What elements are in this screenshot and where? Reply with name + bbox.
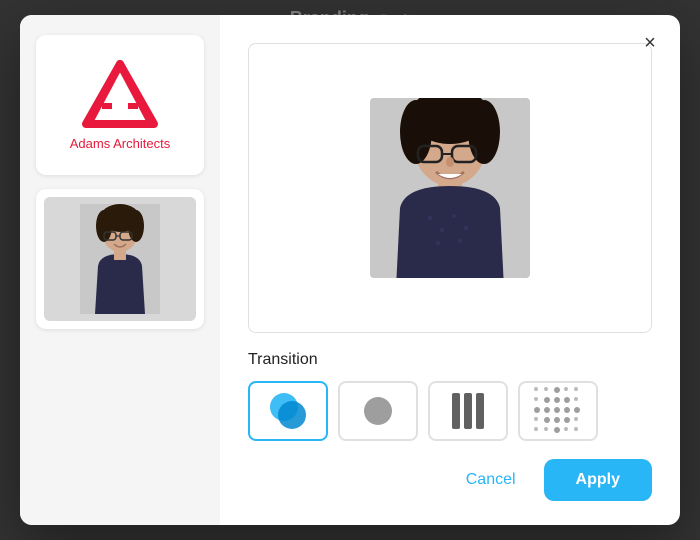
person-icon-small [80,204,160,314]
footer-buttons: Cancel Apply [248,459,652,501]
company-name: Adams Architects [70,136,170,151]
transition-options [248,381,652,441]
logo-svg [80,60,160,130]
dissolve-icon [266,389,310,433]
preview-area [248,43,652,333]
circle-icon [364,397,392,425]
dots-icon [534,387,582,435]
left-panel: Adams Architects [20,15,220,525]
apply-button[interactable]: Apply [544,459,652,501]
person-icon-large [370,98,530,278]
transition-circle[interactable] [338,381,418,441]
bars-icon [452,393,484,429]
preview-person [370,98,530,278]
transition-dots[interactable] [518,381,598,441]
logo-thumbnail-card[interactable]: Adams Architects [36,35,204,175]
transition-section: Transition [248,351,652,441]
transition-label: Transition [248,351,652,369]
photo-thumbnail [44,197,196,321]
right-panel: Transition [220,15,680,525]
modal-dialog: × [20,15,680,525]
modal-overlay: × [0,0,700,540]
transition-bars[interactable] [428,381,508,441]
transition-dissolve[interactable] [248,381,328,441]
logo-container: Adams Architects [70,60,170,151]
photo-thumbnail-card[interactable] [36,189,204,329]
cancel-button[interactable]: Cancel [450,461,532,499]
close-button[interactable]: × [636,29,664,57]
